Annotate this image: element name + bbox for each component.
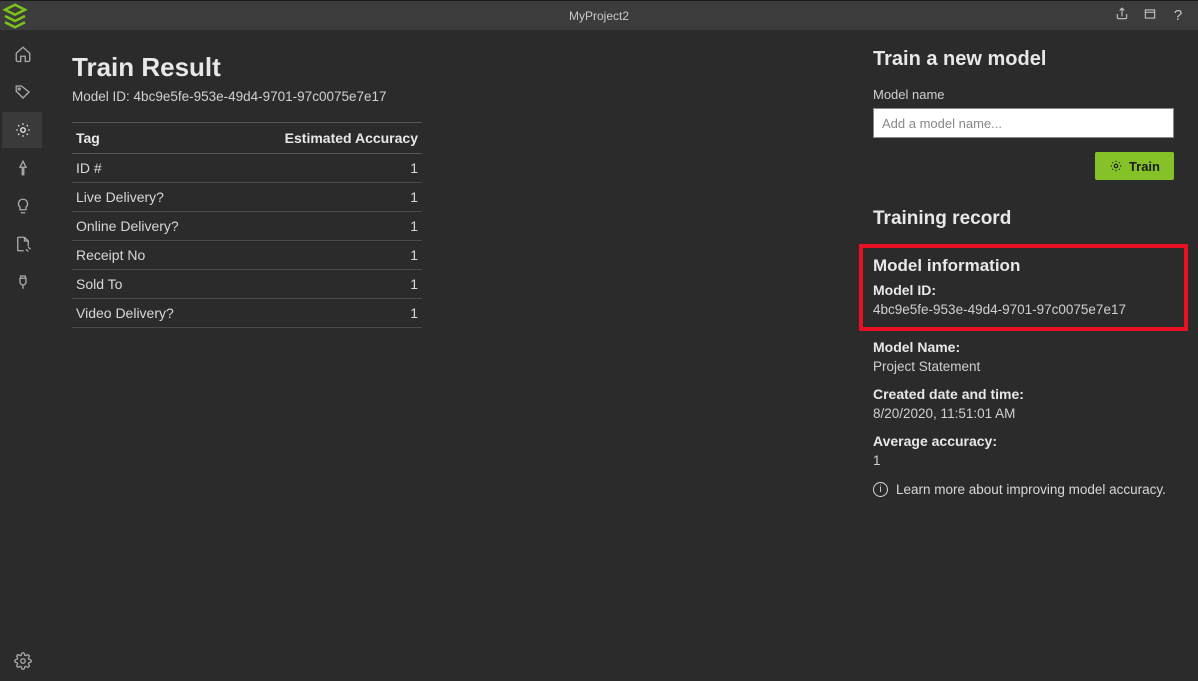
info-model-name-label: Model Name: [873, 339, 1174, 355]
info-model-id-label: Model ID: [873, 282, 1174, 298]
nav-idea[interactable] [2, 188, 42, 224]
train-button-label: Train [1129, 159, 1160, 174]
main-content: Train Result Model ID: 4bc9e5fe-953e-49d… [44, 30, 850, 681]
model-info-highlight: Model information Model ID: 4bc9e5fe-953… [859, 244, 1188, 331]
training-record-heading: Training record [873, 208, 1174, 230]
nav-tags[interactable] [2, 74, 42, 110]
model-id-line: Model ID: 4bc9e5fe-953e-49d4-9701-97c007… [72, 89, 822, 104]
gear-small-icon [1109, 159, 1123, 173]
right-panel: Train a new model Model name Train Train… [850, 30, 1198, 681]
model-name-label: Model name [873, 87, 1174, 102]
table-row: Online Delivery?1 [72, 212, 422, 241]
info-icon: i [873, 482, 888, 497]
info-model-name-value: Project Statement [873, 359, 1174, 374]
nav-compose[interactable] [2, 150, 42, 186]
nav-settings[interactable] [2, 643, 42, 679]
sidebar [0, 30, 44, 681]
nav-document[interactable] [2, 226, 42, 262]
result-table: Tag Estimated Accuracy ID #1 Live Delive… [72, 122, 422, 328]
titlebar: MyProject2 ? [0, 0, 1198, 30]
table-row: ID #1 [72, 154, 422, 183]
info-avgacc-label: Average accuracy: [873, 433, 1174, 449]
nav-train[interactable] [2, 112, 42, 148]
train-button[interactable]: Train [1095, 152, 1174, 180]
nav-home[interactable] [2, 36, 42, 72]
page-title: Train Result [72, 52, 822, 83]
window-icon[interactable] [1140, 7, 1160, 24]
info-model-id-value: 4bc9e5fe-953e-49d4-9701-97c0075e7e17 [873, 302, 1174, 317]
window-title: MyProject2 [0, 9, 1198, 23]
nav-connect[interactable] [2, 264, 42, 300]
table-row: Video Delivery?1 [72, 299, 422, 328]
table-row: Live Delivery?1 [72, 183, 422, 212]
model-info-heading: Model information [873, 256, 1174, 276]
col-tag: Tag [72, 123, 226, 154]
share-icon[interactable] [1112, 7, 1132, 24]
info-created-label: Created date and time: [873, 386, 1174, 402]
model-id-label: Model ID: [72, 89, 130, 104]
table-row: Receipt No1 [72, 241, 422, 270]
learn-more-link[interactable]: i Learn more about improving model accur… [873, 482, 1174, 497]
train-heading: Train a new model [873, 48, 1174, 71]
help-icon[interactable]: ? [1168, 7, 1188, 24]
info-avgacc-value: 1 [873, 453, 1174, 468]
col-accuracy: Estimated Accuracy [226, 123, 422, 154]
model-name-input[interactable] [873, 108, 1174, 138]
info-created-value: 8/20/2020, 11:51:01 AM [873, 406, 1174, 421]
app-logo-icon [0, 1, 30, 31]
learn-more-text: Learn more about improving model accurac… [896, 482, 1166, 497]
model-id-value: 4bc9e5fe-953e-49d4-9701-97c0075e7e17 [134, 89, 387, 104]
table-row: Sold To1 [72, 270, 422, 299]
